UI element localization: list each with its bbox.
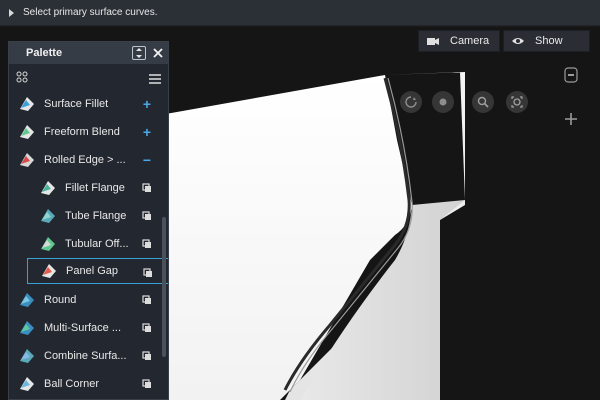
menu-icon[interactable] bbox=[149, 71, 161, 89]
orbit-icon[interactable] bbox=[400, 91, 422, 113]
expand-icon[interactable]: + bbox=[141, 124, 153, 140]
palette-item-fillet-flange[interactable]: Fillet Flange bbox=[9, 174, 159, 202]
tool-icon bbox=[20, 153, 34, 167]
palette-title: Palette bbox=[26, 47, 63, 59]
prompt-text: Select primary surface curves. bbox=[23, 7, 158, 18]
tool-options-icon[interactable] bbox=[141, 209, 153, 223]
minus-icon[interactable] bbox=[560, 64, 582, 86]
palette-item-label: Round bbox=[44, 294, 77, 306]
palette-item-label: Ball Corner bbox=[44, 378, 100, 390]
expand-icon[interactable]: + bbox=[141, 96, 153, 112]
zoom-icon[interactable] bbox=[472, 91, 494, 113]
palette-item-ball-corner[interactable]: Ball Corner bbox=[9, 370, 159, 398]
tool-icon bbox=[41, 209, 55, 223]
tool-options-icon[interactable] bbox=[142, 266, 154, 280]
tool-options-icon[interactable] bbox=[141, 349, 153, 363]
palette-item-label: Rolled Edge > ... bbox=[44, 154, 126, 166]
palette-scroll-thumb[interactable] bbox=[162, 217, 166, 357]
palette-item-label: Combine Surfa... bbox=[44, 350, 127, 362]
palette-item-label: Surface Fillet bbox=[44, 98, 109, 110]
pan-icon[interactable] bbox=[432, 91, 454, 113]
show-button[interactable]: Show bbox=[503, 30, 590, 52]
palette-item-label: Freeform Blend bbox=[44, 126, 120, 138]
tool-icon bbox=[20, 293, 34, 307]
tool-icon bbox=[41, 237, 55, 251]
eye-icon bbox=[511, 34, 525, 48]
palette-item-label: Fillet Flange bbox=[65, 182, 125, 194]
dock-toggle-icon[interactable] bbox=[132, 46, 146, 60]
palette-item-tube-flange[interactable]: Tube Flange bbox=[9, 202, 159, 230]
prompt-play-icon[interactable] bbox=[9, 8, 14, 17]
palette-toolbar bbox=[9, 64, 168, 88]
camera-button[interactable]: Camera bbox=[418, 30, 500, 52]
palette-item-label: Multi-Surface ... bbox=[44, 322, 122, 334]
tool-icon bbox=[20, 125, 34, 139]
close-icon[interactable] bbox=[150, 44, 166, 62]
tool-icon bbox=[42, 264, 56, 278]
palette-item-surface-fillet[interactable]: Surface Fillet + bbox=[9, 90, 159, 118]
palette-item-freeform-blend[interactable]: Freeform Blend + bbox=[9, 118, 159, 146]
camera-icon bbox=[426, 34, 440, 48]
palette-header[interactable]: Palette bbox=[9, 42, 168, 64]
palette-panel: Palette Surface Fillet + Freeform Blend + Ro… bbox=[8, 41, 169, 400]
camera-label: Camera bbox=[450, 35, 490, 47]
tool-options-icon[interactable] bbox=[141, 237, 153, 251]
palette-item-label: Tube Flange bbox=[65, 210, 127, 222]
tool-options-icon[interactable] bbox=[141, 321, 153, 335]
palette-item-panel-gap[interactable]: Panel Gap bbox=[27, 258, 168, 284]
tool-options-icon[interactable] bbox=[141, 377, 153, 391]
prompt-line: Select primary surface curves. bbox=[0, 0, 600, 26]
palette-item-rolled-edge[interactable]: Rolled Edge > ... − bbox=[9, 146, 159, 174]
tool-icon bbox=[41, 181, 55, 195]
grid-view-icon[interactable] bbox=[16, 70, 28, 88]
tool-icon bbox=[20, 377, 34, 391]
tool-options-icon[interactable] bbox=[141, 181, 153, 195]
palette-item-round[interactable]: Round bbox=[9, 286, 159, 314]
palette-item-combine-surfa[interactable]: Combine Surfa... bbox=[9, 342, 159, 370]
collapse-icon[interactable]: − bbox=[141, 152, 153, 168]
tool-options-icon[interactable] bbox=[141, 293, 153, 307]
tool-icon bbox=[20, 321, 34, 335]
tool-icon bbox=[20, 97, 34, 111]
palette-item-multi-surface[interactable]: Multi-Surface ... bbox=[9, 314, 159, 342]
palette-item-label: Tubular Off... bbox=[65, 238, 129, 250]
show-label: Show bbox=[535, 35, 563, 47]
palette-item-tubular-off[interactable]: Tubular Off... bbox=[9, 230, 159, 258]
palette-item-label: Panel Gap bbox=[66, 265, 118, 277]
add-view-icon[interactable] bbox=[560, 108, 582, 130]
zoom-fit-icon[interactable] bbox=[506, 91, 528, 113]
tool-icon bbox=[20, 349, 34, 363]
